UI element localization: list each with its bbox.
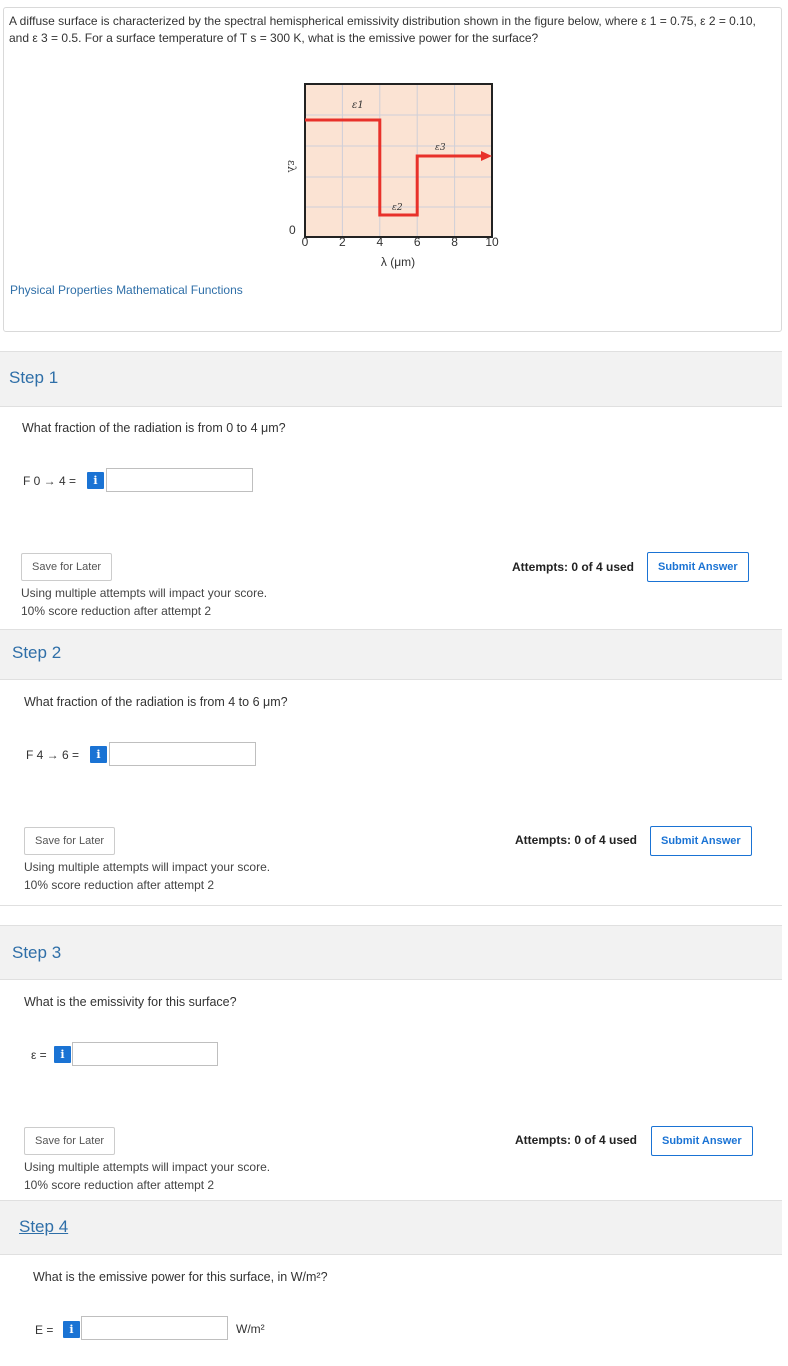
step-4-answer-label: E =: [35, 1323, 54, 1337]
label-e2: ε2: [392, 203, 403, 213]
x-tick: 8: [451, 235, 458, 249]
info-icon[interactable]: i: [90, 746, 107, 763]
step-3-answer-input[interactable]: [72, 1042, 218, 1066]
warning-line-2: 10% score reduction after attempt 2: [24, 878, 215, 892]
warning-line-2: 10% score reduction after attempt 2: [21, 604, 212, 618]
x-tick: 6: [414, 235, 421, 249]
step-3-question: What is the emissivity for this surface?: [24, 995, 237, 1009]
warning-line-1: Using multiple attempts will impact your…: [21, 586, 268, 600]
problem-text: A diffuse surface is characterized by th…: [9, 14, 756, 45]
label-e1: ε1: [352, 100, 364, 111]
attempt-warning: Using multiple attempts will impact your…: [24, 1158, 270, 1194]
warning-line-1: Using multiple attempts will impact your…: [24, 1160, 271, 1174]
save-for-later-button[interactable]: Save for Later: [24, 827, 116, 855]
y-axis-label: ελ: [285, 160, 298, 173]
step-1-answer-input[interactable]: [106, 468, 253, 492]
attempt-warning: Using multiple attempts will impact your…: [24, 858, 270, 894]
physical-properties-link[interactable]: Physical Properties: [10, 283, 113, 297]
step-4-title[interactable]: Step 4: [19, 1217, 68, 1237]
step-3-title[interactable]: Step 3: [12, 943, 61, 963]
step-1-question: What fraction of the radiation is from 0…: [22, 421, 286, 435]
info-icon[interactable]: i: [63, 1321, 80, 1338]
warning-line-1: Using multiple attempts will impact your…: [24, 860, 271, 874]
save-for-later-button[interactable]: Save for Later: [21, 553, 113, 581]
x-tick: 0: [302, 235, 309, 249]
mathematical-functions-link[interactable]: Mathematical Functions: [116, 283, 243, 297]
x-tick: 10: [485, 235, 499, 249]
step-1-title[interactable]: Step 1: [9, 368, 58, 388]
emissivity-figure: ε1 ε2 ε3 ελ 0 0 2 4 6 8 10 λ (μm): [285, 83, 499, 269]
submit-answer-button[interactable]: Submit Answer: [647, 552, 749, 582]
attempts-counter: Attempts: 0 of 4 used: [515, 833, 638, 847]
step-2-answer-label: F 4 → 6 =: [26, 748, 80, 762]
x-tick: 2: [339, 235, 346, 249]
submit-answer-button[interactable]: Submit Answer: [651, 1126, 753, 1156]
step-4-header: [0, 1200, 782, 1255]
unit-label: W/m²: [236, 1322, 265, 1336]
save-for-later-button[interactable]: Save for Later: [24, 1127, 116, 1155]
attempts-counter: Attempts: 0 of 4 used: [512, 560, 635, 574]
step-3-header: [0, 925, 782, 980]
warning-line-2: 10% score reduction after attempt 2: [24, 1178, 215, 1192]
info-icon[interactable]: i: [54, 1046, 71, 1063]
submit-answer-button[interactable]: Submit Answer: [650, 826, 752, 856]
info-icon[interactable]: i: [87, 472, 104, 489]
step-2-title[interactable]: Step 2: [12, 643, 61, 663]
y-zero-label: 0: [289, 223, 296, 237]
x-axis-label: λ (μm): [381, 255, 415, 269]
step-4-question: What is the emissive power for this surf…: [33, 1270, 328, 1284]
label-e3: ε3: [435, 143, 446, 153]
step-2-answer-input[interactable]: [109, 742, 256, 766]
step-2-question: What fraction of the radiation is from 4…: [24, 695, 288, 709]
x-tick: 4: [376, 235, 383, 249]
attempt-warning: Using multiple attempts will impact your…: [21, 584, 267, 620]
section-divider: [0, 905, 782, 906]
attempts-counter: Attempts: 0 of 4 used: [515, 1133, 638, 1147]
step-2-header: [0, 629, 782, 680]
step-4-answer-input[interactable]: [81, 1316, 228, 1340]
step-3-answer-label: ε =: [31, 1048, 47, 1062]
step-1-header: [0, 351, 782, 407]
reference-links: Physical Properties Mathematical Functio…: [10, 283, 243, 297]
step-1-answer-label: F 0 → 4 =: [23, 474, 77, 488]
